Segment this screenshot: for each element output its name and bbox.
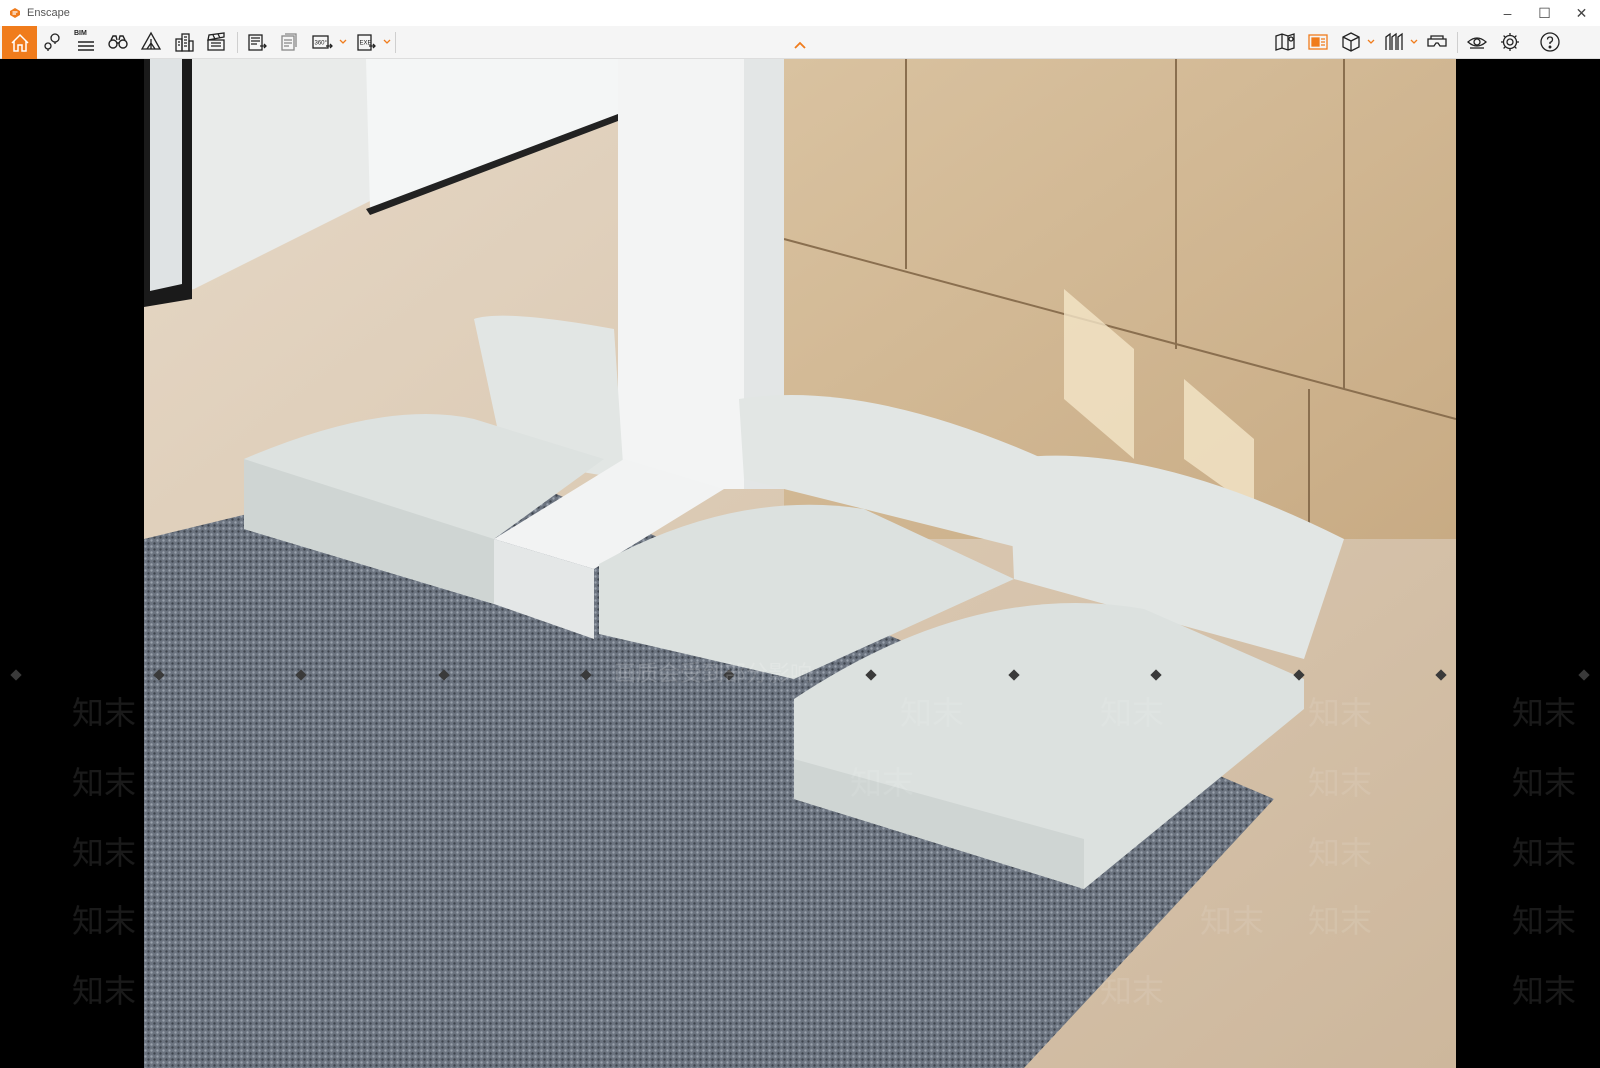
help-button[interactable] <box>1534 27 1566 57</box>
asset-library-icon <box>140 31 162 50</box>
watermark-diamond <box>1008 669 1020 681</box>
left-letterbox <box>0 59 144 1068</box>
material-editor-button[interactable] <box>1302 27 1334 57</box>
exe-export-icon: EXE <box>357 34 376 51</box>
screenshot-button[interactable] <box>241 27 273 57</box>
gear-icon <box>1501 33 1519 51</box>
watermark-diamond <box>152 669 165 681</box>
section-button[interactable] <box>1378 27 1410 57</box>
help-icon <box>1540 32 1560 52</box>
asset-library-button[interactable] <box>135 27 167 57</box>
visual-settings-button[interactable] <box>1461 27 1493 57</box>
watermark-diamond <box>1435 669 1447 681</box>
home-icon <box>10 33 29 52</box>
video-editor-button[interactable] <box>200 27 232 57</box>
panorama-button[interactable]: 360° <box>306 27 338 57</box>
chevron-down-icon <box>1367 39 1375 44</box>
bim-label: BIM <box>74 30 87 37</box>
buildings-icon <box>175 33 194 52</box>
material-editor-icon <box>1308 34 1328 50</box>
watermark-diamond <box>295 669 307 681</box>
home-button[interactable] <box>2 26 37 59</box>
cube-view-dropdown[interactable] <box>1367 36 1375 48</box>
panorama-dropdown[interactable] <box>339 36 347 48</box>
maximize-button[interactable]: ☐ <box>1526 0 1563 26</box>
watermark-diamond <box>1578 669 1590 681</box>
enscape-logo-icon <box>10 8 20 18</box>
toolbar-separator <box>237 32 238 53</box>
chevron-down-icon <box>339 39 347 44</box>
cube-view-icon <box>1342 32 1360 52</box>
map-icon <box>1275 33 1295 51</box>
minimize-button[interactable]: – <box>1489 0 1526 26</box>
exe-export-button[interactable]: EXE <box>350 27 382 57</box>
vr-button[interactable] <box>1421 27 1453 57</box>
walk-mode-button[interactable] <box>102 27 134 57</box>
binoculars-icon <box>108 35 128 49</box>
site-context-button[interactable] <box>168 27 200 57</box>
cube-view-button[interactable] <box>1335 27 1367 57</box>
watermark-diamond <box>10 669 22 681</box>
section-icon <box>1385 32 1403 50</box>
watermark-notice: 画质会受到部分影响 <box>614 662 813 687</box>
toolbar-separator <box>1457 32 1458 53</box>
watermark-diamond <box>1293 669 1305 681</box>
vr-headset-icon <box>1427 35 1447 47</box>
map-button[interactable] <box>1269 27 1301 57</box>
title-bar: Enscape – ☐ ✕ <box>0 0 1600 26</box>
watermark-diamond <box>580 669 592 681</box>
clapperboard-icon <box>207 32 225 51</box>
export-dropdown[interactable] <box>383 36 391 48</box>
eye-icon <box>1467 37 1487 49</box>
collapse-toolbar-icon[interactable] <box>793 40 807 50</box>
chevron-down-icon <box>383 39 391 44</box>
batch-render-button[interactable] <box>274 27 306 57</box>
map-pin-icon <box>44 33 60 51</box>
window-title: Enscape <box>27 7 70 19</box>
batch-render-icon <box>281 33 297 51</box>
watermark-diamond <box>865 669 877 681</box>
render-viewport[interactable] <box>144 59 1456 1068</box>
panorama-360-icon: 360° <box>312 35 333 49</box>
chevron-down-icon <box>1410 39 1418 44</box>
close-button[interactable]: ✕ <box>1563 0 1600 26</box>
watermark-diamond <box>1150 669 1162 681</box>
view-management-button[interactable] <box>37 27 69 57</box>
toolbar-separator <box>395 32 396 53</box>
section-dropdown[interactable] <box>1410 36 1418 48</box>
right-letterbox <box>1456 59 1600 1068</box>
svg-text:360°: 360° <box>315 41 328 47</box>
render-image <box>144 59 1456 1068</box>
settings-button[interactable] <box>1494 27 1526 57</box>
watermark-diamond <box>437 669 450 681</box>
screenshot-export-icon <box>248 34 267 51</box>
